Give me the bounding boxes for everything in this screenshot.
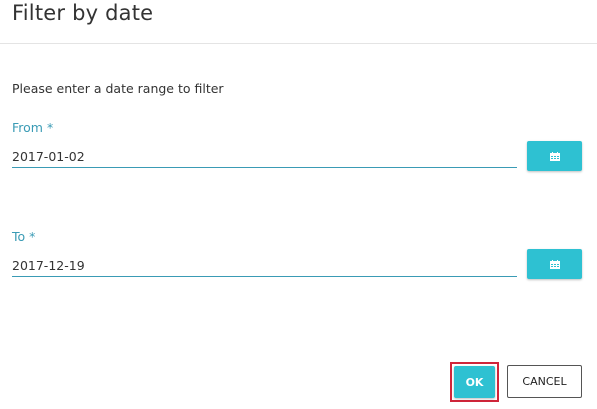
calendar-icon [549, 259, 560, 269]
to-label: To * [12, 229, 36, 244]
dialog-description: Please enter a date range to filter [12, 81, 224, 96]
calendar-icon [549, 151, 560, 161]
to-date-input[interactable] [12, 254, 517, 277]
from-calendar-button[interactable] [527, 141, 582, 171]
filter-by-date-dialog: Filter by date Please enter a date range… [0, 0, 597, 409]
to-calendar-button[interactable] [527, 249, 582, 279]
dialog-header: Filter by date [0, 0, 597, 44]
from-label: From * [12, 120, 54, 135]
from-date-input[interactable] [12, 145, 517, 168]
cancel-button[interactable]: CANCEL [507, 365, 582, 398]
ok-button[interactable]: OK [454, 366, 495, 398]
dialog-title: Filter by date [12, 1, 154, 25]
